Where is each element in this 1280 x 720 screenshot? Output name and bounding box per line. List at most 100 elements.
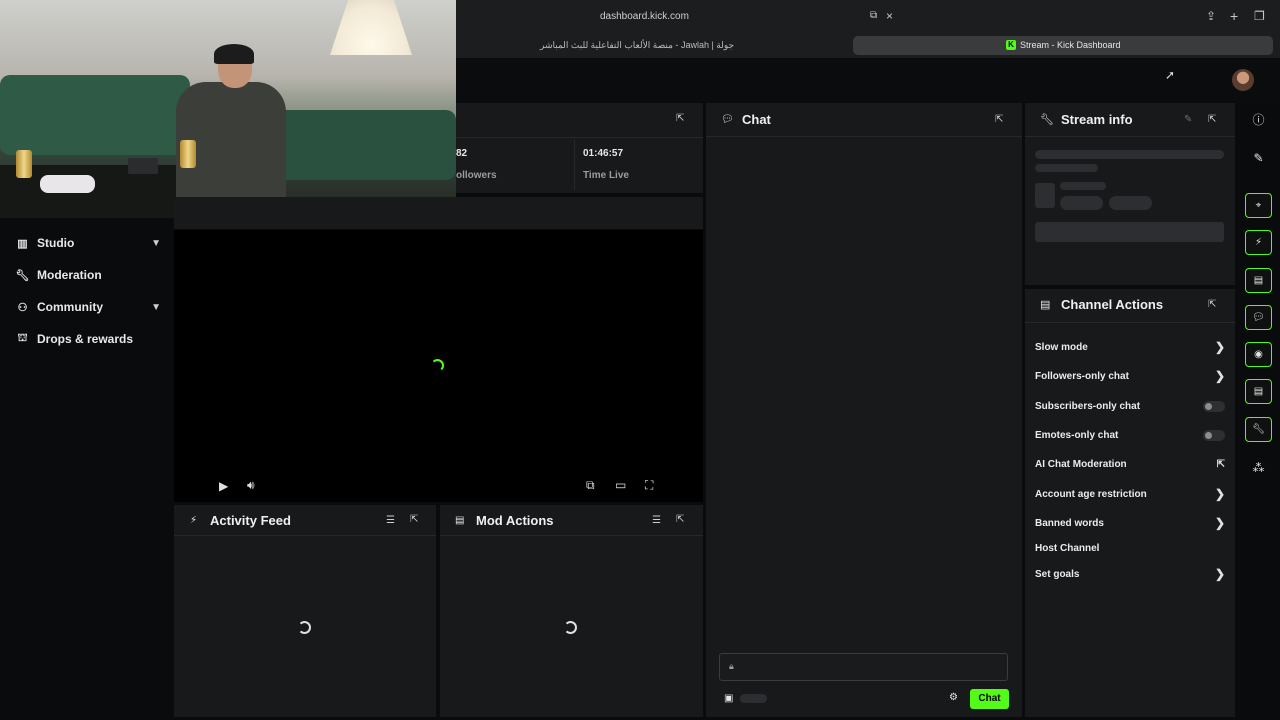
edit-pencil-icon[interactable]: ✎	[1184, 114, 1192, 125]
lightning-icon[interactable]: ⚡︎	[1245, 230, 1272, 255]
action-slow-mode[interactable]: Slow mode ❯	[1035, 338, 1225, 356]
couch-back	[0, 75, 190, 155]
sidebar-item-community[interactable]: ⚇ Community ▼	[16, 297, 161, 317]
drink-can	[16, 150, 32, 178]
sidebar	[0, 218, 172, 720]
time-live-label: Time Live	[583, 170, 629, 181]
sidebar-item-label: Studio	[37, 236, 75, 250]
sidebar-item-drops-rewards[interactable]: ⛫ Drops & rewards	[16, 329, 161, 349]
translate-icon[interactable]: ⧉	[870, 10, 877, 21]
wrench-icon[interactable]: 🔧︎	[1245, 417, 1272, 442]
loading-spinner-icon	[564, 621, 577, 634]
action-followers-only-chat[interactable]: Followers-only chat ❯	[1035, 367, 1225, 385]
action-banned-words[interactable]: Banned words ❯	[1035, 514, 1225, 532]
popout-icon[interactable]: ⇱	[676, 514, 684, 525]
url-text[interactable]: dashboard.kick.com	[600, 11, 689, 22]
lightning-icon: ⚡︎	[190, 515, 198, 526]
tab-kick-dashboard-label[interactable]: Stream - Kick Dashboard	[1020, 40, 1121, 50]
filter-icon[interactable]: ☰	[652, 515, 661, 526]
chevron-right-icon[interactable]: ❯	[1215, 567, 1225, 581]
mouse-cursor-icon: ➚	[1165, 68, 1176, 82]
chat-bubble-icon[interactable]: 💬︎	[1245, 305, 1272, 330]
popout-icon[interactable]: ⇱	[410, 514, 418, 525]
chevron-right-icon[interactable]: ❯	[1215, 516, 1225, 530]
loading-placeholder	[1035, 183, 1055, 208]
loading-placeholder	[1109, 196, 1152, 210]
chat-input[interactable]	[719, 653, 1008, 681]
avatar[interactable]	[1232, 69, 1254, 91]
wrench-icon: 🔧︎	[15, 269, 30, 282]
action-ai-chat-moderation[interactable]: AI Chat Moderation ⇱	[1035, 455, 1225, 473]
mod-actions-title: Mod Actions	[476, 513, 554, 528]
info-icon[interactable]: ⓘ	[1245, 107, 1272, 132]
chevron-down-icon[interactable]: ▼	[151, 238, 161, 249]
filter-icon[interactable]: ☰	[386, 515, 395, 526]
chat-send-button[interactable]: Chat	[970, 689, 1009, 709]
lamp-shade	[330, 0, 412, 55]
picture-in-picture-icon[interactable]: ⧉	[586, 478, 595, 493]
action-emotes-only-chat[interactable]: Emotes-only chat	[1035, 426, 1225, 444]
tab-overview-icon[interactable]: ❐	[1254, 9, 1265, 23]
loading-placeholder	[1035, 150, 1224, 159]
stream-info-title: Stream info	[1061, 112, 1133, 127]
gift-icon[interactable]: ▣	[724, 693, 733, 704]
action-set-goals[interactable]: Set goals ❯	[1035, 565, 1225, 583]
theater-mode-icon[interactable]: ▭	[615, 478, 626, 492]
channel-actions-title: Channel Actions	[1061, 297, 1164, 312]
fullscreen-icon[interactable]: ⛶	[645, 478, 653, 493]
divider	[456, 137, 703, 138]
sidebar-item-moderation[interactable]: 🔧︎ Moderation	[16, 265, 161, 285]
action-account-age-restriction[interactable]: Account age restriction ❯	[1035, 485, 1225, 503]
time-live-value: 01:46:57	[583, 148, 624, 159]
chevron-right-icon[interactable]: ❯	[1215, 340, 1225, 354]
stream-info-panel	[1025, 103, 1235, 285]
community-icon: ⚇	[17, 301, 28, 314]
close-icon[interactable]: ×	[886, 9, 893, 23]
settings-gear-icon[interactable]: ⚙	[949, 692, 958, 703]
loading-spinner-icon	[298, 621, 311, 634]
broadcast-icon[interactable]: ◉	[1245, 342, 1272, 367]
loading-placeholder	[1060, 182, 1106, 190]
external-link-icon[interactable]: ⇱	[1217, 459, 1225, 470]
action-label: Emotes-only chat	[1035, 429, 1119, 441]
action-subscribers-only-chat[interactable]: Subscribers-only chat	[1035, 397, 1225, 415]
action-label: AI Chat Moderation	[1035, 458, 1127, 470]
divider	[440, 535, 703, 536]
popout-icon[interactable]: ⇱	[676, 113, 684, 124]
chevron-right-icon[interactable]: ❯	[1215, 369, 1225, 383]
popout-icon[interactable]: ⇱	[1208, 114, 1216, 125]
share-icon[interactable]: ⇪	[1206, 9, 1216, 23]
emotes-only-toggle[interactable]	[1203, 429, 1225, 441]
sidebar-item-studio[interactable]: ▥ Studio ▼	[16, 233, 161, 253]
action-label: Subscribers-only chat	[1035, 400, 1141, 412]
screen-capture-icon[interactable]: ⌖	[1245, 193, 1272, 218]
document-icon[interactable]: ▤	[1245, 268, 1272, 293]
chevron-down-icon[interactable]: ▼	[151, 302, 161, 313]
subscribers-only-toggle[interactable]	[1203, 400, 1225, 412]
more-widgets-icon[interactable]: ⁂	[1245, 455, 1272, 480]
keyboard	[128, 158, 158, 174]
loading-placeholder	[1035, 164, 1098, 172]
play-icon[interactable]: ▶	[219, 479, 228, 493]
studio-icon: ▥	[17, 237, 28, 250]
loading-spinner-icon	[431, 359, 444, 372]
activity-feed-title: Activity Feed	[210, 513, 291, 528]
action-host-channel[interactable]: Host Channel	[1035, 539, 1225, 557]
channel-actions-icon[interactable]: ▤	[1245, 379, 1272, 404]
tab-jawlah[interactable]: جولة | Jawlah - منصة الألعاب التفاعلية ل…	[540, 40, 734, 51]
video-header	[174, 197, 703, 229]
action-label: Followers-only chat	[1035, 370, 1129, 382]
address-bar[interactable]	[456, 0, 1280, 34]
popout-icon[interactable]: ⇱	[995, 114, 1003, 125]
new-tab-icon[interactable]: +	[1230, 8, 1238, 24]
divider	[574, 140, 575, 190]
edit-pencil-icon[interactable]: ✎	[1245, 145, 1272, 170]
popout-icon[interactable]: ⇱	[1208, 299, 1216, 310]
sidebar-item-label: Drops & rewards	[37, 332, 134, 346]
volume-icon[interactable]: 🔊︎	[247, 478, 255, 493]
webcam-overlay	[0, 0, 456, 218]
divider	[706, 136, 1022, 137]
sidebar-item-label: Community	[37, 300, 103, 314]
divider	[1025, 322, 1235, 323]
chevron-right-icon[interactable]: ❯	[1215, 487, 1225, 501]
